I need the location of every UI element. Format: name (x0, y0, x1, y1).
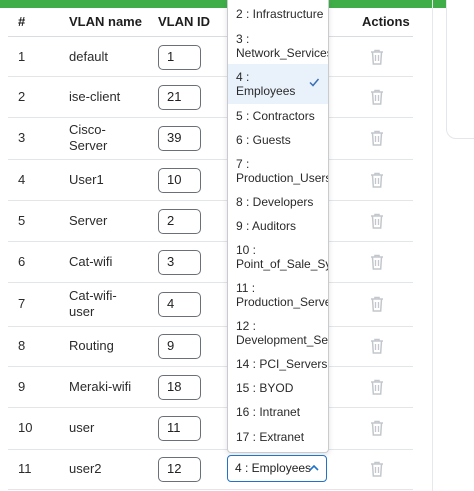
row-vlan-name: Routing (69, 338, 114, 353)
dropdown-option[interactable]: 4 : Employees (228, 64, 328, 104)
vlan-dropdown-list[interactable]: 2 : Infrastructure 3 : Network_Services 4 :… (227, 0, 329, 453)
row-number: 6 (18, 253, 26, 269)
dropdown-option[interactable]: 14 : PCI_Servers (228, 352, 328, 376)
trash-icon[interactable] (368, 337, 386, 355)
vlan-id-input[interactable]: 11 (158, 416, 201, 441)
row-vlan-name: Meraki-wifi (69, 378, 132, 394)
dropdown-option[interactable]: 9 : Auditors (228, 214, 328, 238)
dropdown-option-label: 16 : Intranet (236, 405, 301, 419)
vlan-id-input[interactable]: 9 (158, 334, 201, 359)
dropdown-option-label: 3 : Network_Services (236, 32, 328, 60)
trash-icon[interactable] (368, 129, 386, 147)
vlan-id-input[interactable]: 2 (158, 208, 201, 234)
row-number: 9 (18, 378, 26, 394)
vlan-group-select[interactable]: 4 : Employees (227, 455, 327, 482)
vlan-id-input[interactable]: 18 (158, 374, 201, 400)
dropdown-option[interactable]: 10 :Point_of_Sale_Syst (228, 238, 328, 276)
vlan-id-input[interactable]: 3 (158, 249, 201, 275)
table-row: 8 Routing 9 (8, 326, 413, 367)
side-card (446, 0, 474, 139)
dropdown-option[interactable]: 12 : Development_Serv (228, 314, 328, 352)
dropdown-option-label: 11 : Production_Server (236, 281, 328, 309)
row-number: 1 (18, 48, 26, 64)
dropdown-option-label: 9 : Auditors (236, 219, 297, 233)
header-number: # (18, 14, 26, 29)
row-number: 8 (18, 338, 26, 353)
dropdown-option-label: 8 : Developers (236, 195, 314, 209)
dropdown-option[interactable]: 11 : Production_Server (228, 276, 328, 314)
trash-icon[interactable] (368, 212, 386, 230)
dropdown-option[interactable]: 8 : Developers (228, 190, 328, 214)
table-row: 2 ise-client 21 (8, 76, 413, 118)
trash-icon[interactable] (368, 48, 386, 66)
trash-icon[interactable] (368, 419, 386, 437)
row-number: 10 (18, 420, 33, 435)
table-row: 11 user2 12 (8, 449, 413, 490)
row-vlan-name: Server (69, 212, 108, 228)
trash-icon[interactable] (368, 295, 386, 313)
table-row: 3 Cisco-Server 39 (8, 117, 413, 160)
trash-icon[interactable] (368, 171, 386, 189)
trash-icon[interactable] (368, 460, 386, 478)
row-number: 11 (18, 461, 32, 476)
vlan-id-input[interactable]: 12 (158, 457, 201, 482)
header-vlan-id: VLAN ID (158, 14, 210, 29)
vlan-id-input[interactable]: 21 (158, 84, 201, 110)
row-vlan-name: ise-client (69, 88, 121, 104)
check-icon (309, 78, 320, 87)
dropdown-option-label: 2 : Infrastructure (236, 7, 324, 21)
vlan-id-input[interactable]: 1 (158, 44, 201, 70)
dropdown-option[interactable]: 7 : Production_Users (228, 152, 328, 190)
dropdown-option[interactable]: 15 : BYOD (228, 376, 328, 400)
dropdown-option-label: 10 :Point_of_Sale_Syst (236, 243, 328, 271)
trash-icon[interactable] (368, 88, 386, 106)
vlan-id-input[interactable]: 39 (158, 126, 201, 151)
chevron-up-icon (309, 464, 319, 471)
dropdown-option-label: 12 : Development_Serv (236, 319, 328, 347)
vlan-id-input[interactable]: 4 (158, 292, 201, 317)
dropdown-option[interactable]: 5 : Contractors (228, 104, 328, 128)
dropdown-option-label: 6 : Guests (236, 133, 291, 147)
dropdown-option[interactable]: 6 : Guests (228, 128, 328, 152)
row-vlan-name: User1 (69, 171, 104, 187)
row-vlan-name: user (69, 420, 95, 435)
row-vlan-name: Cat-wifi (69, 253, 113, 269)
row-number: 7 (18, 296, 26, 311)
table-row: 5 Server 2 (8, 200, 413, 242)
row-vlan-name: Cat-wifi-user (69, 288, 117, 319)
row-number: 3 (18, 130, 26, 145)
dropdown-option[interactable]: 2 : Infrastructure (228, 0, 328, 28)
dropdown-option[interactable]: 3 : Network_Services (228, 28, 328, 64)
vlan-group-select-value: 4 : Employees (235, 461, 312, 475)
table-row: 10 user 11 (8, 407, 413, 450)
panel-divider (432, 0, 433, 491)
row-number: 4 (18, 171, 26, 187)
dropdown-option-label: 14 : PCI_Servers (236, 357, 328, 371)
dropdown-option-label: 17 : Extranet (236, 430, 305, 444)
header-vlan-name: VLAN name (69, 14, 142, 29)
dropdown-option-label: 7 : Production_Users (236, 157, 328, 185)
dropdown-option[interactable]: 17 : Extranet (228, 424, 328, 450)
table-header: # VLAN name VLAN ID Actions (8, 8, 413, 37)
table-row: 9 Meraki-wifi 18 (8, 366, 413, 408)
trash-icon[interactable] (368, 253, 386, 271)
trash-icon[interactable] (368, 378, 386, 396)
table-row: 1 default 1 (8, 37, 413, 77)
dropdown-option-label: 15 : BYOD (236, 381, 294, 395)
row-vlan-name: default (69, 48, 109, 64)
table-row: 6 Cat-wifi 3 (8, 241, 413, 283)
row-vlan-name: user2 (69, 461, 102, 476)
dropdown-option-label: 5 : Contractors (236, 109, 315, 123)
row-vlan-name: Cisco-Server (69, 122, 108, 153)
header-actions: Actions (362, 14, 410, 29)
table-row: 4 User1 10 (8, 159, 413, 201)
dropdown-option[interactable]: 16 : Intranet (228, 400, 328, 424)
table-row: 7 Cat-wifi-user 4 (8, 282, 413, 327)
row-number: 2 (18, 88, 26, 104)
row-number: 5 (18, 212, 26, 228)
vlan-id-input[interactable]: 10 (158, 167, 201, 193)
